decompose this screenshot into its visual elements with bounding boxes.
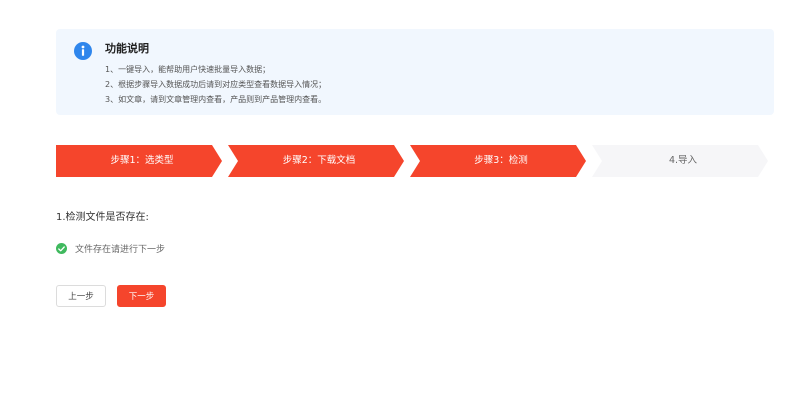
info-line-3: 3、如文章，请到文章管理内查看，产品则到产品管理内查看。 <box>105 95 327 104</box>
step-3: 步骤3：检测 <box>410 145 586 177</box>
step-4: 4.导入 <box>592 145 768 177</box>
info-line-2: 2、根据步骤导入数据成功后请到对应类型查看数据导入情况； <box>105 80 327 89</box>
step-progress-bar: 步骤1：选类型 步骤2：下载文档 步骤3：检测 4.导入 <box>56 145 768 177</box>
info-title: 功能说明 <box>105 42 149 55</box>
check-circle-icon <box>56 243 67 254</box>
info-panel: 功能说明 1、一键导入，能帮助用户快速批量导入数据； 2、根据步骤导入数据成功后… <box>56 29 774 115</box>
step-3-label: 步骤3：检测 <box>474 155 528 167</box>
info-icon <box>74 42 92 60</box>
step-4-label: 4.导入 <box>668 155 698 167</box>
info-line-1: 1、一键导入，能帮助用户快速批量导入数据； <box>105 65 271 74</box>
prev-step-button[interactable]: 上一步 <box>56 285 106 307</box>
next-step-button[interactable]: 下一步 <box>117 285 166 307</box>
step-2: 步骤2：下载文档 <box>228 145 404 177</box>
info-lines: 1、一键导入，能帮助用户快速批量导入数据； 2、根据步骤导入数据成功后请到对应类… <box>105 62 326 107</box>
step-2-label: 步骤2：下载文档 <box>282 155 356 167</box>
step-1: 步骤1：选类型 <box>56 145 222 177</box>
check-result-text: 文件存在请进行下一步 <box>75 245 166 255</box>
check-result: 文件存在请进行下一步 <box>56 242 165 255</box>
check-title: 1.检测文件是否存在: <box>56 212 149 223</box>
step-1-label: 步骤1：选类型 <box>110 155 174 167</box>
